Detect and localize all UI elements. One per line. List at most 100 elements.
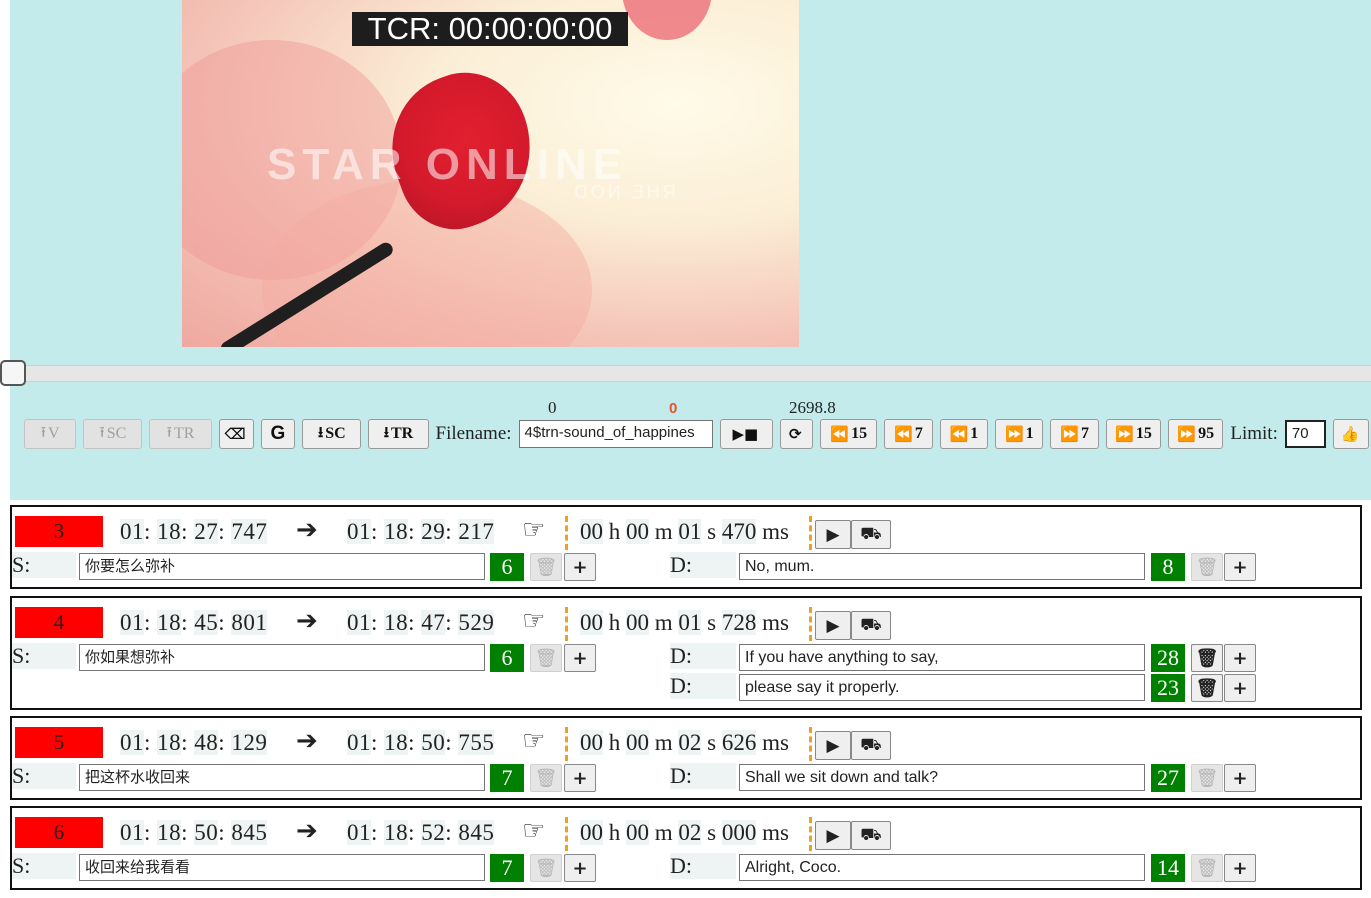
upload-video-label: V [48, 425, 60, 442]
end-timecode: 01: 18: 29: 217 [347, 519, 495, 544]
delete-source-button[interactable]: 🗑 [530, 764, 562, 792]
end-timecode-part: 01 [347, 519, 371, 544]
forward-1-button[interactable]: ⏩ 1 [995, 419, 1044, 449]
apply-limit-button[interactable]: 👍 [1333, 419, 1369, 449]
duration-value: 01 [678, 610, 702, 635]
duration-value: 00 [580, 730, 603, 755]
pointing-hand-icon[interactable]: ☞ [522, 816, 545, 846]
end-timecode: 01: 18: 50: 755 [347, 730, 495, 755]
forward-icon: ⏩ [1004, 425, 1024, 443]
start-timecode-part: 45 [194, 610, 219, 635]
limit-input[interactable]: 70 [1284, 420, 1327, 448]
destination-text-input[interactable]: please say it properly. [739, 674, 1145, 701]
upload-video-button[interactable]: ⭱ V [24, 419, 77, 449]
add-destination-button[interactable]: + [1224, 644, 1256, 672]
play-segment-button[interactable]: ▶ [815, 520, 851, 549]
row-number: 3 [15, 516, 103, 547]
duration-value: 00 [626, 610, 649, 635]
play-segment-button[interactable]: ▶ [815, 731, 851, 760]
start-timecode-part: 801 [231, 610, 268, 635]
delete-destination-button[interactable]: 🗑 [1191, 764, 1223, 792]
row-number: 5 [15, 727, 103, 758]
upload-icon: ⭱ [40, 422, 46, 441]
position-end: 2698.8 [789, 398, 836, 417]
pointing-hand-icon[interactable]: ☞ [522, 726, 545, 756]
pointing-hand-icon[interactable]: ☞ [522, 606, 545, 636]
source-text-input[interactable]: 把这杯水收回来 [79, 764, 485, 791]
end-timecode-part: 755 [458, 730, 495, 755]
seek-thumb[interactable] [0, 360, 26, 386]
add-destination-button[interactable]: + [1224, 764, 1256, 792]
forward-95-button[interactable]: ⏩ 95 [1168, 419, 1224, 449]
end-timecode-part: 29 [421, 519, 446, 544]
download-sc-button[interactable]: ⭳ SC [302, 419, 362, 449]
add-destination-button[interactable]: + [1224, 674, 1256, 702]
source-text-input[interactable]: 你要怎么弥补 [79, 553, 485, 580]
duration-value: 000 [721, 820, 757, 845]
truck-icon[interactable]: ⛟ [851, 821, 891, 850]
refresh-button[interactable]: ⟳ [779, 419, 814, 449]
destination-char-count: 14 [1151, 854, 1185, 882]
truck-icon[interactable]: ⛟ [851, 731, 891, 760]
delete-source-button[interactable]: 🗑 [530, 644, 562, 672]
play-stop-button[interactable]: ▶■ [720, 419, 773, 449]
pointing-hand-icon[interactable]: ☞ [522, 515, 545, 545]
start-timecode-part: 01 [120, 610, 144, 635]
video-player[interactable]: STAR ONLINE ᗡОИ ƎНЯ TCR: 00:00:00:00 [182, 0, 799, 347]
source-text-input[interactable]: 你如果想弥补 [79, 644, 485, 671]
forward-15-button[interactable]: ⏩ 15 [1105, 419, 1162, 449]
eraser-icon: ⌫ [224, 425, 246, 443]
forward-icon: ⏩ [1177, 425, 1197, 443]
add-destination-button[interactable]: + [1224, 553, 1256, 581]
delete-source-button[interactable]: 🗑 [530, 854, 562, 882]
divider [809, 516, 812, 550]
delete-destination-button[interactable]: 🗑 [1191, 674, 1223, 702]
eraser-button[interactable]: ⌫ [218, 419, 254, 449]
end-timecode-part: 18 [384, 730, 409, 755]
add-source-button[interactable]: + [564, 644, 596, 672]
add-source-button[interactable]: + [564, 553, 596, 581]
destination-text-input[interactable]: Alright, Coco. [739, 854, 1145, 881]
delete-destination-button[interactable]: 🗑 [1191, 854, 1223, 882]
google-button[interactable]: G [260, 419, 296, 449]
start-timecode-part: 18 [157, 519, 182, 544]
destination-label: D: [670, 853, 736, 879]
start-timecode-part: 129 [231, 730, 268, 755]
rewind-15-button[interactable]: ⏪ 15 [820, 419, 878, 449]
destination-char-count: 23 [1151, 674, 1185, 702]
forward-7-label: 7 [1081, 425, 1090, 442]
subtitle-row: 6 01: 18: 50: 845 ➔ 01: 18: 52: 845 ☞ 00 h 00… [10, 806, 1362, 890]
end-timecode-part: 217 [458, 519, 495, 544]
row-number: 6 [15, 817, 103, 848]
destination-text-input[interactable]: Shall we sit down and talk? [739, 764, 1145, 791]
rewind-1-button[interactable]: ⏪ 1 [939, 419, 989, 449]
duration-value: 00 [580, 820, 603, 845]
upload-icon: ⭱ [166, 422, 172, 441]
play-segment-button[interactable]: ▶ [815, 821, 851, 850]
seek-bar[interactable] [10, 365, 1371, 382]
download-tr-button[interactable]: ⭳ TR [368, 419, 429, 449]
delete-destination-button[interactable]: 🗑 [1191, 644, 1223, 672]
divider [809, 607, 812, 641]
source-text-input[interactable]: 收回来给我看看 [79, 854, 485, 881]
delete-destination-button[interactable]: 🗑 [1191, 553, 1223, 581]
destination-text-input[interactable]: If you have anything to say, [739, 644, 1145, 671]
start-timecode-part: 01 [120, 519, 144, 544]
add-source-button[interactable]: + [564, 764, 596, 792]
add-source-button[interactable]: + [564, 854, 596, 882]
destination-text-input[interactable]: No, mum. [739, 553, 1145, 580]
add-destination-button[interactable]: + [1224, 854, 1256, 882]
truck-icon[interactable]: ⛟ [851, 611, 891, 640]
upload-sc-button[interactable]: ⭱ SC [83, 419, 143, 449]
divider [565, 727, 568, 761]
delete-source-button[interactable]: 🗑 [530, 553, 562, 581]
truck-icon[interactable]: ⛟ [851, 520, 891, 549]
destination-label: D: [670, 552, 736, 578]
upload-tr-button[interactable]: ⭱ TR [149, 419, 212, 449]
rewind-7-button[interactable]: ⏪ 7 [884, 419, 933, 449]
filename-input[interactable]: 4$trn-sound_of_happines [518, 420, 714, 448]
subtitle-row: 4 01: 18: 45: 801 ➔ 01: 18: 47: 529 ☞ 00 h 00… [10, 596, 1362, 710]
forward-7-button[interactable]: ⏩ 7 [1050, 419, 1099, 449]
divider [809, 817, 812, 851]
play-segment-button[interactable]: ▶ [815, 611, 851, 640]
